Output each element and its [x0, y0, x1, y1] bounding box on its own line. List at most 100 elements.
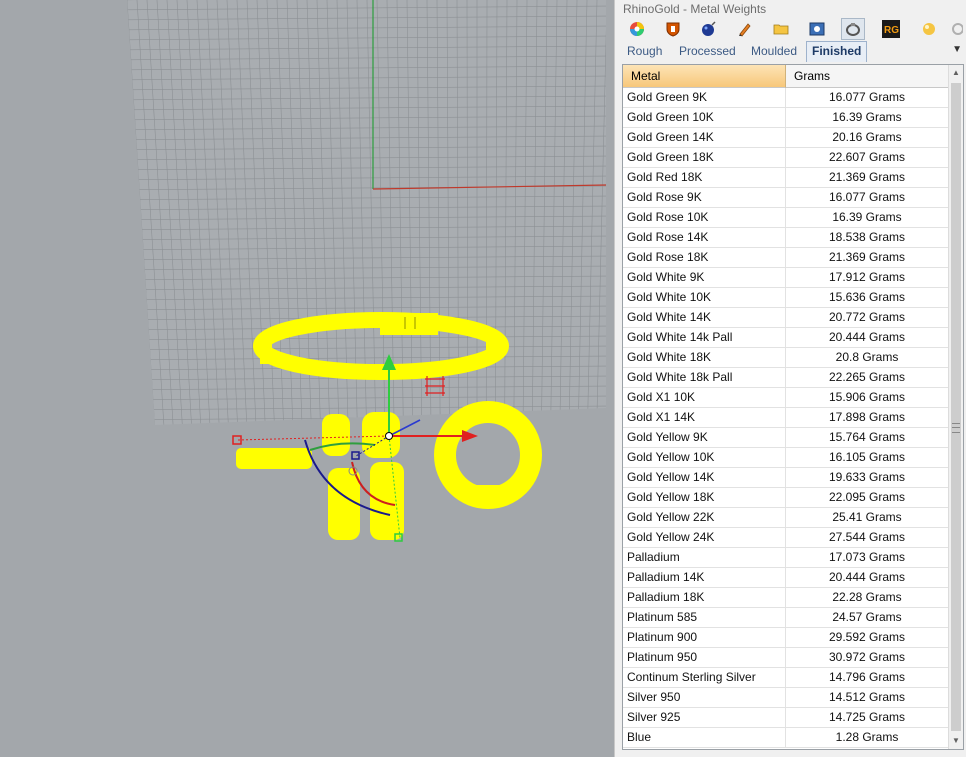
color-wheel-icon[interactable]	[625, 18, 649, 40]
table-row[interactable]: Silver 950 14.512 Grams	[623, 688, 948, 708]
tab-moulded[interactable]: Moulded	[746, 42, 802, 61]
grams-cell: 16.077 Grams	[828, 90, 906, 104]
table-row[interactable]: Gold White 9K 17.912 Grams	[623, 268, 948, 288]
table-row[interactable]: Palladium 14K 20.444 Grams	[623, 568, 948, 588]
metal-name-cell: Gold Yellow 18K	[623, 488, 786, 507]
round-ring-model[interactable]	[434, 401, 542, 509]
metal-name-cell: Platinum 585	[623, 608, 786, 627]
metal-name-cell: Gold Rose 9K	[623, 188, 786, 207]
metal-name-cell: Gold White 14k Pall	[623, 328, 786, 347]
grams-cell: 21.369 Grams	[828, 170, 906, 184]
table-row[interactable]: Platinum 900 29.592 Grams	[623, 628, 948, 648]
table-row[interactable]: Gold Green 18K 22.607 Grams	[623, 148, 948, 168]
table-row[interactable]: Gold Yellow 10K 16.105 Grams	[623, 448, 948, 468]
gem-icon[interactable]	[917, 18, 941, 40]
metal-name-cell: Palladium 14K	[623, 568, 786, 587]
folder-icon[interactable]	[769, 18, 793, 40]
table-row[interactable]: Gold White 18k Pall 22.265 Grams	[623, 368, 948, 388]
perspective-viewport[interactable]	[0, 0, 614, 757]
image-icon[interactable]	[805, 18, 829, 40]
metal-name-cell: Gold Green 18K	[623, 148, 786, 167]
vertical-scrollbar[interactable]: ▲ ▼	[948, 65, 963, 749]
table-row[interactable]: Gold White 10K 15.636 Grams	[623, 288, 948, 308]
rg-logo-icon[interactable]: RG	[879, 18, 903, 40]
metal-name-cell: Gold White 18k Pall	[623, 368, 786, 387]
viewport-canvas[interactable]	[0, 0, 614, 757]
construction-plane	[127, 0, 606, 425]
grams-cell: 15.636 Grams	[828, 290, 906, 304]
weight-stage-tabs: Rough Processed Moulded Finished ▼	[615, 40, 966, 62]
shield-icon[interactable]	[661, 18, 685, 40]
grams-cell: 14.512 Grams	[828, 690, 906, 704]
column-header-metal[interactable]: Metal	[623, 65, 786, 88]
grams-cell: 20.16 Grams	[832, 130, 902, 144]
tab-finished[interactable]: Finished	[806, 41, 868, 62]
panel-title: RhinoGold - Metal Weights	[623, 2, 767, 16]
pen-icon[interactable]	[733, 18, 757, 40]
grams-cell: 22.095 Grams	[828, 490, 906, 504]
metal-name-cell: Gold Green 10K	[623, 108, 786, 127]
table-row[interactable]: Gold Yellow 9K 15.764 Grams	[623, 428, 948, 448]
metal-name-cell: Gold Green 9K	[623, 88, 786, 107]
table-row[interactable]: Palladium 17.073 Grams	[623, 548, 948, 568]
table-row[interactable]: Gold Green 9K 16.077 Grams	[623, 88, 948, 108]
metal-name-cell: Gold X1 14K	[623, 408, 786, 427]
ring-parts-model[interactable]	[236, 412, 404, 540]
table-row[interactable]: Gold X1 10K 15.906 Grams	[623, 388, 948, 408]
tab-processed[interactable]: Processed	[674, 42, 741, 61]
table-row[interactable]: Gold Green 14K 20.16 Grams	[623, 128, 948, 148]
metal-name-cell: Continum Sterling Silver	[623, 668, 786, 687]
table-row[interactable]: Gold Rose 14K 18.538 Grams	[623, 228, 948, 248]
metal-name-cell: Silver 925	[623, 708, 786, 727]
scrollbar-thumb[interactable]	[951, 83, 961, 731]
grams-cell: 16.077 Grams	[828, 190, 906, 204]
scroll-up-icon[interactable]: ▲	[949, 65, 963, 81]
metal-name-cell: Gold X1 10K	[623, 388, 786, 407]
grams-cell: 22.28 Grams	[832, 590, 902, 604]
scroll-down-icon[interactable]: ▼	[949, 733, 963, 749]
column-header-grams[interactable]: Grams	[786, 65, 948, 88]
grams-cell: 20.444 Grams	[828, 330, 906, 344]
table-row[interactable]: Platinum 585 24.57 Grams	[623, 608, 948, 628]
table-row[interactable]: Blue 1.28 Grams	[623, 728, 948, 748]
grams-cell: 1.28 Grams	[835, 730, 899, 744]
table-row[interactable]: Gold Rose 10K 16.39 Grams	[623, 208, 948, 228]
panel-toolbar: RG	[619, 17, 963, 41]
table-row[interactable]: Gold White 14k Pall 20.444 Grams	[623, 328, 948, 348]
table-row[interactable]: Palladium 18K 22.28 Grams	[623, 588, 948, 608]
table-body: Gold Green 9K 16.077 Grams Gold Green 10K 1…	[623, 88, 948, 748]
metal-name-cell: Palladium 18K	[623, 588, 786, 607]
table-row[interactable]: Silver 925 14.725 Grams	[623, 708, 948, 728]
gear-icon[interactable]	[949, 18, 963, 40]
table-row[interactable]: Gold Red 18K 21.369 Grams	[623, 168, 948, 188]
table-row[interactable]: Gold Rose 9K 16.077 Grams	[623, 188, 948, 208]
table-row[interactable]: Gold Rose 18K 21.369 Grams	[623, 248, 948, 268]
table-row[interactable]: Continum Sterling Silver 14.796 Grams	[623, 668, 948, 688]
table-row[interactable]: Gold White 18K 20.8 Grams	[623, 348, 948, 368]
table-row[interactable]: Platinum 950 30.972 Grams	[623, 648, 948, 668]
grams-cell: 27.544 Grams	[828, 530, 906, 544]
table-row[interactable]: Gold X1 14K 17.898 Grams	[623, 408, 948, 428]
metal-name-cell: Gold White 9K	[623, 268, 786, 287]
metal-name-cell: Gold White 18K	[623, 348, 786, 367]
metal-name-cell: Silver 950	[623, 688, 786, 707]
grams-cell: 22.607 Grams	[828, 150, 906, 164]
metal-name-cell: Gold Yellow 22K	[623, 508, 786, 527]
tabs-dropdown-icon[interactable]: ▼	[952, 44, 962, 55]
table-row[interactable]: Gold White 14K 20.772 Grams	[623, 308, 948, 328]
table-row[interactable]: Gold Yellow 18K 22.095 Grams	[623, 488, 948, 508]
table-row[interactable]: Gold Yellow 14K 19.633 Grams	[623, 468, 948, 488]
metal-name-cell: Gold Yellow 24K	[623, 528, 786, 547]
tab-rough[interactable]: Rough	[622, 42, 667, 61]
grams-cell: 25.41 Grams	[832, 510, 902, 524]
table-row[interactable]: Gold Yellow 22K 25.41 Grams	[623, 508, 948, 528]
grams-cell: 21.369 Grams	[828, 250, 906, 264]
table-header: Metal Grams	[623, 65, 963, 88]
metal-name-cell: Platinum 950	[623, 648, 786, 667]
metal-weights-table: Metal Grams Gold Green 9K 16.077 Grams Gol…	[622, 64, 964, 750]
ring-icon[interactable]	[841, 18, 865, 40]
table-row[interactable]: Gold Yellow 24K 27.544 Grams	[623, 528, 948, 548]
grams-cell: 24.57 Grams	[832, 610, 902, 624]
bomb-icon[interactable]	[697, 18, 721, 40]
table-row[interactable]: Gold Green 10K 16.39 Grams	[623, 108, 948, 128]
